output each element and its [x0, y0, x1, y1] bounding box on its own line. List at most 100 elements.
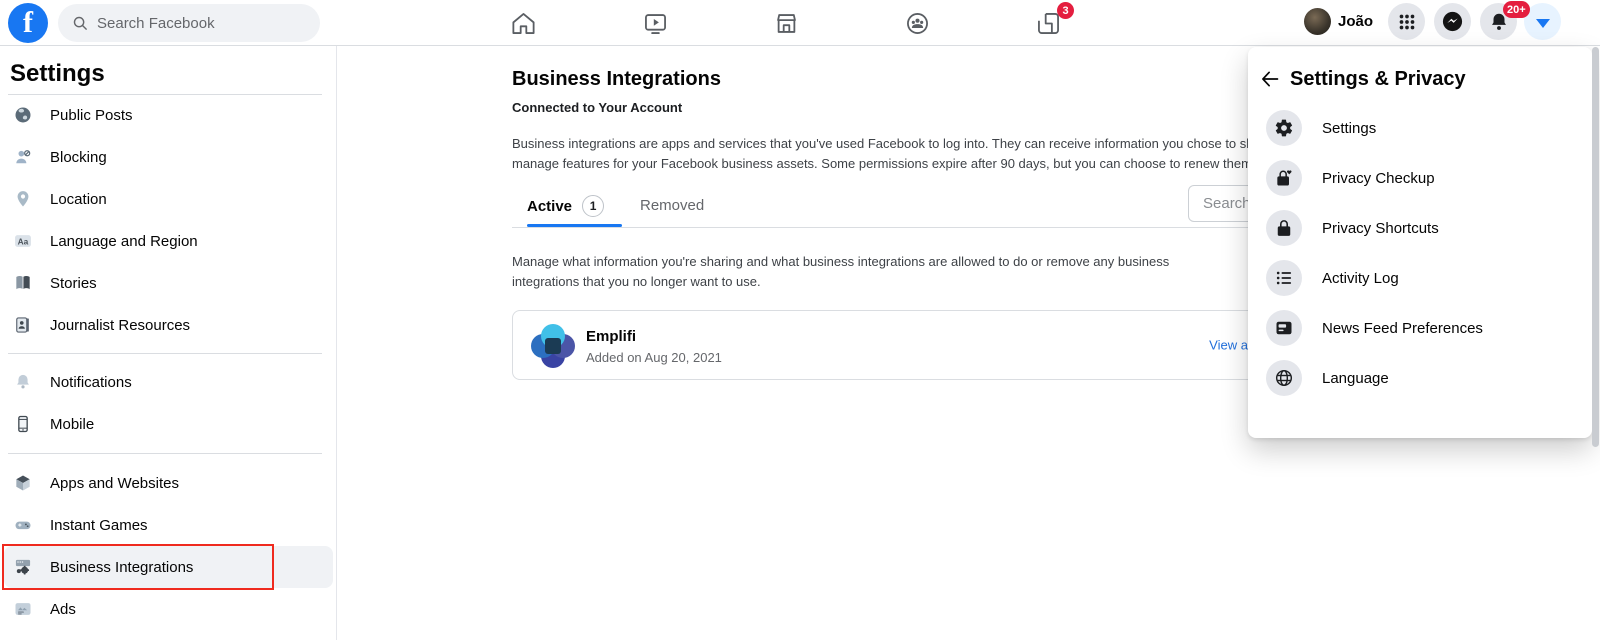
- sidebar-item-label: Journalist Resources: [50, 317, 190, 334]
- sidebar-item-label: Notifications: [50, 374, 132, 391]
- sidebar-item-label: Instant Games: [50, 517, 148, 534]
- menu-title: Settings & Privacy: [1290, 68, 1466, 91]
- notifications-badge: 20+: [1503, 1, 1530, 18]
- divider: [8, 453, 322, 454]
- integrations-icon: [12, 556, 34, 578]
- globe-icon: [12, 104, 34, 126]
- integration-added-date: Added on Aug 20, 2021: [586, 350, 722, 365]
- sidebar-item-label: Ads: [50, 601, 76, 618]
- integration-card-emplifi: Emplifi Added on Aug 20, 2021 View and e…: [512, 310, 1304, 380]
- sidebar-item-label: Apps and Websites: [50, 475, 179, 492]
- menu-item-label: News Feed Preferences: [1322, 320, 1483, 337]
- sidebar-item-apps-websites[interactable]: Apps and Websites: [0, 462, 337, 504]
- menu-item-language[interactable]: Language: [1248, 353, 1592, 403]
- cube-icon: [12, 472, 34, 494]
- messenger-icon: [1441, 10, 1464, 33]
- manage-line-1: Manage what information you're sharing a…: [512, 252, 1169, 272]
- marketplace-icon: [773, 10, 800, 37]
- sidebar-item-public-posts[interactable]: Public Posts: [0, 94, 337, 136]
- gear-icon: [1266, 110, 1302, 146]
- svg-text:Aa: Aa: [18, 236, 29, 246]
- phone-icon: [12, 413, 34, 435]
- gamepad-icon: [12, 514, 34, 536]
- facebook-logo[interactable]: f: [8, 3, 48, 43]
- sidebar-item-location[interactable]: Location: [0, 178, 337, 220]
- sidebar-item-label: Language and Region: [50, 233, 198, 250]
- sidebar-item-label: Mobile: [50, 416, 94, 433]
- tab-active-label: Active: [527, 198, 572, 215]
- messenger-button[interactable]: [1434, 3, 1471, 40]
- sidebar-item-instant-games[interactable]: Instant Games: [0, 504, 337, 546]
- menu-item-label: Activity Log: [1322, 270, 1399, 287]
- lock-icon: [1266, 210, 1302, 246]
- global-search[interactable]: [58, 4, 320, 42]
- emplifi-logo: [531, 324, 575, 368]
- back-arrow-icon: [1260, 69, 1280, 89]
- menu-item-privacy-shortcuts[interactable]: Privacy Shortcuts: [1248, 203, 1592, 253]
- sidebar-item-notifications[interactable]: Notifications: [0, 361, 337, 403]
- menu-item-activity-log[interactable]: Activity Log: [1248, 253, 1592, 303]
- news-feed-icon: [1266, 310, 1302, 346]
- tab-divider: [512, 227, 1304, 228]
- settings-sidebar: Settings Public Posts Blocking Location …: [0, 46, 337, 640]
- sidebar-item-language-region[interactable]: Aa Language and Region: [0, 220, 337, 262]
- menu-item-label: Settings: [1322, 120, 1376, 137]
- top-navbar: f 3 João 20+: [0, 0, 1600, 46]
- groups-icon: [904, 10, 931, 37]
- chevron-down-icon: [1536, 19, 1550, 28]
- page-title: Business Integrations: [512, 68, 721, 91]
- activity-list-icon: [1266, 260, 1302, 296]
- nav-watch-tab[interactable]: [625, 6, 685, 40]
- id-card-icon: [12, 314, 34, 336]
- page-scrollbar[interactable]: [1592, 47, 1599, 447]
- tab-active[interactable]: Active 1: [527, 195, 604, 217]
- location-pin-icon: [12, 188, 34, 210]
- blocked-user-icon: [12, 146, 34, 168]
- active-tab-indicator: [527, 224, 622, 227]
- apps-menu-button[interactable]: [1388, 3, 1425, 40]
- settings-privacy-menu: Settings & Privacy Settings Privacy Chec…: [1248, 47, 1592, 438]
- menu-item-label: Privacy Shortcuts: [1322, 220, 1439, 237]
- nav-marketplace-tab[interactable]: [756, 6, 816, 40]
- watch-icon: [642, 10, 669, 37]
- divider: [8, 353, 322, 354]
- gaming-badge: 3: [1057, 2, 1074, 19]
- sidebar-item-business-integrations[interactable]: Business Integrations: [4, 546, 333, 588]
- sidebar-item-label: Business Integrations: [50, 559, 193, 576]
- page-subtitle: Connected to Your Account: [512, 100, 682, 115]
- avatar[interactable]: [1304, 8, 1331, 35]
- user-name[interactable]: João: [1338, 13, 1373, 30]
- search-icon: [72, 15, 89, 32]
- search-input[interactable]: [97, 15, 297, 32]
- sidebar-item-mobile[interactable]: Mobile: [0, 403, 337, 445]
- sidebar-item-stories[interactable]: Stories: [0, 262, 337, 304]
- language-aa-icon: Aa: [12, 230, 34, 252]
- sidebar-item-journalist-resources[interactable]: Journalist Resources: [0, 304, 337, 346]
- globe-grid-icon: [1266, 360, 1302, 396]
- sidebar-title: Settings: [10, 60, 105, 88]
- sidebar-item-label: Blocking: [50, 149, 107, 166]
- sidebar-item-blocking[interactable]: Blocking: [0, 136, 337, 178]
- grid-icon: [1396, 11, 1418, 33]
- active-count-badge: 1: [582, 195, 604, 217]
- nav-home-tab[interactable]: [493, 6, 553, 40]
- book-icon: [12, 272, 34, 294]
- sidebar-item-ads[interactable]: Ads: [0, 588, 337, 630]
- bell-outline-icon: [12, 371, 34, 393]
- tab-removed[interactable]: Removed: [640, 197, 704, 214]
- integration-name: Emplifi: [586, 328, 636, 345]
- menu-item-privacy-checkup[interactable]: Privacy Checkup: [1248, 153, 1592, 203]
- sidebar-item-label: Location: [50, 191, 107, 208]
- ads-icon: [12, 598, 34, 620]
- menu-item-news-feed-preferences[interactable]: News Feed Preferences: [1248, 303, 1592, 353]
- menu-item-label: Language: [1322, 370, 1389, 387]
- menu-item-label: Privacy Checkup: [1322, 170, 1435, 187]
- sidebar-item-label: Stories: [50, 275, 97, 292]
- home-icon: [510, 10, 537, 37]
- menu-item-settings[interactable]: Settings: [1248, 103, 1592, 153]
- sidebar-item-label: Public Posts: [50, 107, 133, 124]
- manage-line-2: integrations that you no longer want to …: [512, 272, 761, 292]
- nav-groups-tab[interactable]: [887, 6, 947, 40]
- back-button[interactable]: [1252, 61, 1288, 97]
- lock-heart-icon: [1266, 160, 1302, 196]
